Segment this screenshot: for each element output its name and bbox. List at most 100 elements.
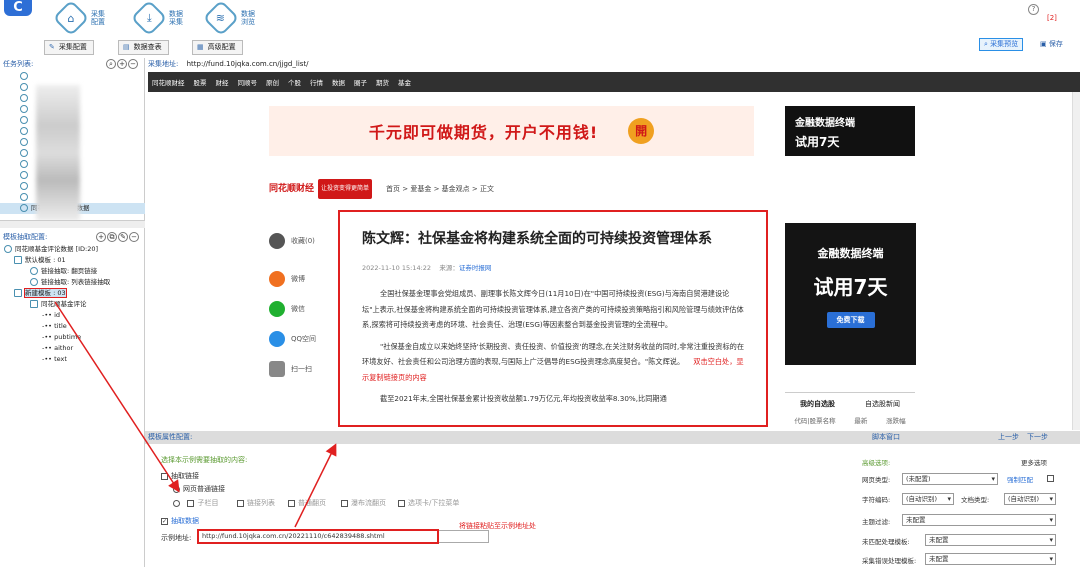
share-label: 收藏(0) [291, 237, 315, 245]
add-task-icon[interactable]: + [117, 59, 127, 69]
topic-filter-select[interactable]: 未配置 [902, 514, 1056, 526]
nav-browse-label: 数据浏览 [241, 10, 255, 26]
site-nav-item[interactable]: 股票 [194, 77, 207, 87]
url-input[interactable]: http://fund.10jqka.com.cn/jjgd_list/ [187, 60, 309, 68]
data-table-node[interactable]: 同花顺基金评论 [0, 299, 145, 310]
remove-template-icon[interactable]: − [129, 232, 139, 242]
nomatch-template-select[interactable]: 未配置 [925, 534, 1056, 546]
prev-step-button[interactable]: 上一步 [998, 431, 1019, 444]
template-header: 模板抽取配置: + ⧉ ✎ − [0, 231, 145, 244]
site-nav-item[interactable]: 行情 [310, 77, 323, 87]
task-item[interactable] [0, 71, 145, 82]
example-url-input[interactable]: http://fund.10jqka.com.cn/20221110/c6428… [197, 529, 439, 544]
left-panel: 任务列表: ⌕ + − 同花顺基金评论数据 模板抽取配置: + ⧉ ✎ − 同花 [0, 58, 145, 567]
option-pagination[interactable]: 普通翻页 [288, 498, 326, 508]
vertical-scrollbar[interactable] [1072, 92, 1080, 430]
save-label: 保存 [1048, 40, 1063, 48]
share-wechat[interactable]: 微信 [269, 298, 329, 320]
option-link-list[interactable]: 链接列表 [237, 498, 275, 508]
option-sub-column[interactable]: 子栏目 [173, 498, 218, 508]
force-match-checkbox[interactable] [1047, 475, 1054, 482]
ad-banner[interactable]: 千元即可做期货，开户不用钱! 開 [269, 106, 754, 156]
subnav-table-button[interactable]: ▤ 数据查表 [118, 40, 169, 55]
site-nav-item[interactable]: 原创 [266, 77, 279, 87]
field-node[interactable]: -•• aithor [0, 343, 145, 354]
subnav-config-button[interactable]: ✎ 采集配置 [44, 40, 94, 55]
article-paragraph: 全国社保基金理事会党组成员、副理事长陈文辉今日(11月10日)在"中国可持续投资… [362, 289, 744, 329]
article-highlight: 陈文辉：社保基金将构建系统全面的可持续投资管理体系 2022-11-10 15:… [338, 210, 768, 427]
field-node[interactable]: -•• text [0, 354, 145, 365]
nav-browse-button[interactable]: ≋ 数据浏览 [202, 0, 258, 37]
share-weibo[interactable]: 微博 [269, 268, 329, 290]
ad-small[interactable]: 金融数据终端 试用7天 [785, 106, 915, 156]
site-nav-item[interactable]: 基金 [398, 77, 411, 87]
tree-label: 链接抽取: 翻页链接 [41, 267, 98, 275]
site-nav-item[interactable]: 个股 [288, 77, 301, 87]
help-icon[interactable]: ? [1028, 4, 1039, 15]
checkbox-icon [341, 499, 348, 507]
charset-select[interactable]: (自动识别) [902, 493, 954, 505]
home-icon: ⌂ [52, 0, 90, 37]
save-button[interactable]: ▣ 保存 [1040, 38, 1063, 51]
table-icon [30, 300, 38, 308]
option-waterfall[interactable]: 瀑布流翻页 [341, 498, 386, 508]
example-url-label: 示例地址: [161, 534, 192, 542]
preview-button[interactable]: ⌕ 采集预览 [979, 38, 1024, 51]
add-template-icon[interactable]: + [96, 232, 106, 242]
site-nav-item[interactable]: 数据 [332, 77, 345, 87]
search-task-icon[interactable]: ⌕ [106, 59, 116, 69]
site-nav-item[interactable]: 同花顺财经 [152, 77, 185, 87]
template-node-selected[interactable]: 新建模板 : 03 [0, 288, 145, 299]
extract-link-checkbox[interactable]: 抽取链接 [161, 471, 199, 481]
tree-label: 同花顺基金评论 [41, 300, 87, 308]
copy-template-icon[interactable]: ⧉ [107, 232, 117, 242]
link-rule-node[interactable]: 链接抽取: 翻页链接 [0, 266, 145, 277]
nav-collect-button[interactable]: ⤓ 数据采集 [130, 0, 186, 37]
nav-config-button[interactable]: ⌂ 采集配置 [52, 0, 108, 37]
doctype-select[interactable]: (自动识别) [1004, 493, 1056, 505]
horizontal-scrollbar[interactable] [0, 220, 145, 228]
ad-download-button[interactable]: 免费下载 [826, 312, 875, 328]
site-nav-item[interactable]: 期货 [376, 77, 389, 87]
share-favorite[interactable]: 收藏(0) [269, 230, 329, 252]
page-type-label: 网页类型: [862, 476, 891, 484]
next-step-button[interactable]: 下一步 [1027, 431, 1048, 444]
field-node[interactable]: -•• pubtime [0, 332, 145, 343]
remove-task-icon[interactable]: − [128, 59, 138, 69]
task-node-icon [20, 105, 28, 113]
site-nav-item[interactable]: 财经 [216, 77, 229, 87]
tree-label: aithor [54, 344, 74, 352]
edit-template-icon[interactable]: ✎ [118, 232, 128, 242]
site-logo[interactable]: 同花顺财经 [269, 180, 314, 198]
page-type-select[interactable]: (未配置) [902, 473, 998, 485]
field-node[interactable]: -•• id [0, 310, 145, 321]
extract-data-checkbox[interactable]: ✓ 抽取数据 [161, 516, 199, 526]
link-rule-node[interactable]: 链接抽取: 列表链接抽取 [0, 277, 145, 288]
article-source[interactable]: 证券时报网 [459, 264, 492, 272]
task-node-icon [20, 171, 28, 179]
error-template-select[interactable]: 未配置 [925, 553, 1056, 565]
site-nav-item[interactable]: 圈子 [354, 77, 367, 87]
share-scan[interactable]: 扫一扫 [269, 358, 329, 380]
option-tab-dropdown[interactable]: 选项卡/下拉菜单 [398, 498, 459, 508]
task-node-icon [20, 72, 28, 80]
ad-large[interactable]: 金融数据终端 试用7天 免费下载 [785, 223, 916, 365]
option-normal-link[interactable]: 网页普通链接 [173, 484, 225, 494]
template-node[interactable]: 默认模板 : 01 [0, 255, 145, 266]
field-node[interactable]: -•• title [0, 321, 145, 332]
subnav-advanced-button[interactable]: ▦ 高级配置 [192, 40, 243, 55]
script-window-link[interactable]: 脚本窗口 [872, 431, 900, 444]
banner-button[interactable]: 開 [628, 118, 655, 144]
breadcrumb-path[interactable]: 首页 > 爱基金 > 基金观点 > 正文 [386, 180, 494, 198]
template-root[interactable]: 同花顺基金评论数据 [ID:20] [0, 244, 145, 255]
more-options-button[interactable]: 更多选项 [1021, 457, 1047, 467]
tab-stock-news[interactable]: 自选股新闻 [865, 399, 900, 409]
preview-label: 采集预览 [990, 40, 1019, 48]
radio-icon [173, 499, 180, 507]
tab-my-stocks[interactable]: 我的自选股 [800, 399, 835, 409]
database-icon: ≋ [202, 0, 240, 37]
tree-label: 同花顺基金评论数据 [ID:20] [15, 245, 99, 253]
share-qq[interactable]: QQ空间 [269, 328, 329, 350]
site-nav-item[interactable]: 同顺号 [238, 77, 258, 87]
option-label: 子栏目 [197, 499, 219, 507]
